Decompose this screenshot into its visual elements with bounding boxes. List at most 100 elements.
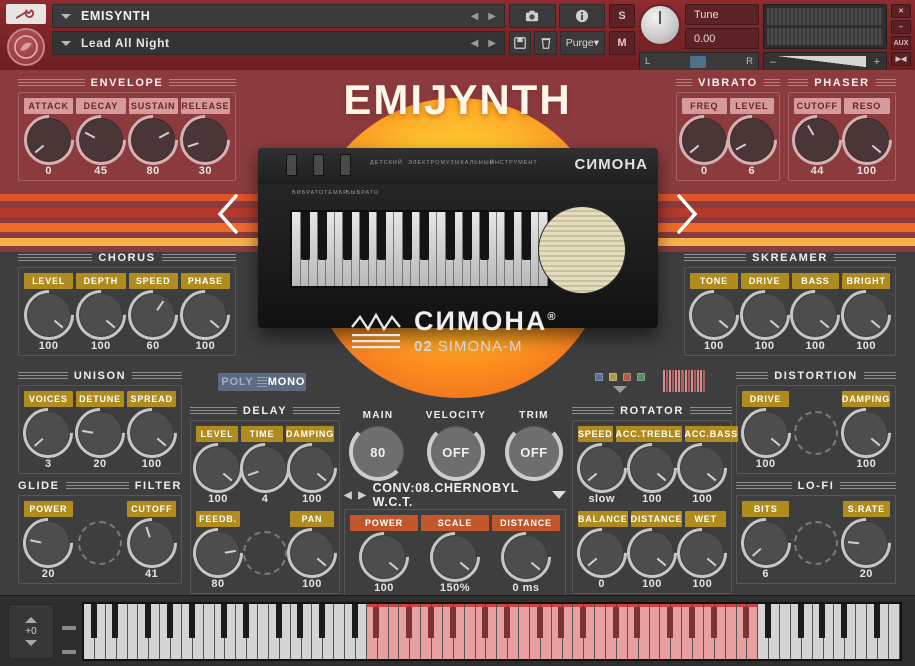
- knob-spread[interactable]: [116, 397, 188, 469]
- pan-handle-icon[interactable]: [690, 55, 707, 68]
- trim-knob[interactable]: OFF: [505, 423, 563, 481]
- piano-key-white[interactable]: [758, 604, 771, 659]
- next-arrow-icon[interactable]: ▶: [488, 38, 496, 49]
- piano-key-black[interactable]: [797, 604, 804, 639]
- tune-knob[interactable]: [639, 4, 681, 46]
- piano-key-white[interactable]: [725, 604, 737, 659]
- piano-key-black[interactable]: [449, 604, 456, 639]
- instrument-nav[interactable]: ◀ ▶: [471, 11, 496, 22]
- color-dots[interactable]: [595, 373, 645, 381]
- piano-key-black[interactable]: [580, 604, 586, 639]
- arrow-down-icon[interactable]: [25, 640, 37, 646]
- piano-key-black[interactable]: [841, 604, 847, 639]
- convolution-selector[interactable]: ◀ ▶ CONV:08.CHERNOBYL W.C.T.: [344, 481, 566, 509]
- piano-key-black[interactable]: [297, 604, 304, 639]
- knob-tone[interactable]: [678, 279, 750, 351]
- piano-key-white[interactable]: [290, 604, 304, 659]
- volume-minus[interactable]: –: [770, 56, 776, 68]
- poly-option[interactable]: POLY: [218, 376, 257, 388]
- pan-slider[interactable]: L R: [639, 52, 759, 71]
- volume-slider[interactable]: – +: [763, 52, 887, 71]
- knob-acc-bass[interactable]: [666, 432, 738, 504]
- piano-key-white[interactable]: [464, 604, 476, 659]
- keyboard-range-handles[interactable]: [62, 604, 76, 659]
- prev-arrow-icon[interactable]: ◀: [471, 11, 479, 22]
- chevron-down-icon[interactable]: [613, 386, 627, 393]
- knob-level[interactable]: [182, 432, 254, 504]
- piano-key-white[interactable]: [812, 604, 826, 659]
- piano-key-white[interactable]: [834, 604, 847, 659]
- piano-key-white[interactable]: [160, 604, 173, 659]
- knob-bright[interactable]: [830, 279, 902, 351]
- piano-key-white[interactable]: [475, 604, 489, 659]
- piano-key-white[interactable]: [780, 604, 791, 659]
- piano-key-white[interactable]: [519, 604, 530, 659]
- piano-key-black[interactable]: [242, 604, 249, 639]
- instrument-row[interactable]: EMISYNTH ◀ ▶: [52, 4, 505, 28]
- knob-power[interactable]: [348, 521, 420, 593]
- midi-button[interactable]: ▶◀: [891, 52, 911, 66]
- knob-damping[interactable]: [276, 432, 348, 504]
- knob-drive[interactable]: [729, 279, 800, 351]
- piano-key-white[interactable]: [268, 604, 282, 659]
- piano-key-white[interactable]: [84, 604, 97, 659]
- velocity-knob[interactable]: OFF: [427, 423, 485, 481]
- knob-scale[interactable]: [419, 521, 491, 593]
- preset-row[interactable]: Lead All Night ◀ ▶: [52, 31, 505, 55]
- piano-key-black[interactable]: [373, 604, 380, 639]
- volume-plus[interactable]: +: [874, 56, 880, 68]
- prev-arrow-icon[interactable]: ◀: [471, 38, 479, 49]
- knob-pan[interactable]: [276, 517, 348, 589]
- preset-nav[interactable]: ◀ ▶: [471, 38, 496, 49]
- knob-s-rate[interactable]: [830, 507, 902, 579]
- color-dot[interactable]: [637, 373, 645, 381]
- piano-key-white[interactable]: [105, 604, 119, 659]
- piano-key-white[interactable]: [388, 604, 400, 659]
- piano-key-white[interactable]: [127, 604, 139, 659]
- piano-key-white[interactable]: [606, 604, 619, 659]
- color-dot[interactable]: [623, 373, 631, 381]
- knob-sustain[interactable]: [117, 104, 189, 176]
- piano-key-white[interactable]: [421, 604, 434, 659]
- solo-button[interactable]: S: [609, 4, 635, 28]
- knob-speed[interactable]: [117, 279, 189, 351]
- keyboard-keys[interactable]: [82, 602, 902, 661]
- next-arrow-icon[interactable]: ▶: [488, 11, 496, 22]
- knob-bits[interactable]: [730, 507, 802, 579]
- piano-key-white[interactable]: [181, 604, 195, 659]
- piano-key-black[interactable]: [351, 604, 358, 639]
- tune-value[interactable]: 0.00: [685, 28, 759, 49]
- piano-key-white[interactable]: [366, 604, 380, 659]
- piano-key-black[interactable]: [667, 604, 673, 639]
- piano-key-white[interactable]: [138, 604, 151, 659]
- knob-acc-treble[interactable]: [616, 432, 688, 504]
- knob-attack[interactable]: [13, 104, 84, 176]
- piano-key-white[interactable]: [203, 604, 215, 659]
- knob-level[interactable]: [13, 279, 84, 351]
- conv-prev-icon[interactable]: ◀: [344, 490, 352, 501]
- knob-time[interactable]: [229, 432, 301, 504]
- knob-release[interactable]: [170, 104, 241, 176]
- piano-key-black[interactable]: [275, 604, 282, 639]
- piano-key-white[interactable]: [334, 604, 345, 659]
- mono-option[interactable]: MONO: [267, 376, 306, 388]
- piano-key-black[interactable]: [427, 604, 434, 639]
- piano-key-white[interactable]: [888, 604, 900, 659]
- knob-depth[interactable]: [65, 279, 137, 351]
- piano-key-white[interactable]: [660, 604, 673, 659]
- nav-prev-page[interactable]: [210, 192, 244, 236]
- knob-freq[interactable]: [668, 104, 740, 176]
- piano-key-white[interactable]: [399, 604, 412, 659]
- piano-key-black[interactable]: [819, 604, 826, 639]
- main-knob[interactable]: 80: [349, 423, 407, 481]
- piano-key-black[interactable]: [166, 604, 173, 639]
- knob-cutoff[interactable]: [116, 507, 188, 579]
- piano-key-white[interactable]: [236, 604, 249, 659]
- knob-bass[interactable]: [780, 279, 851, 351]
- knob-level[interactable]: [716, 104, 788, 176]
- knob-phase[interactable]: [170, 279, 241, 351]
- piano-key-white[interactable]: [856, 604, 867, 659]
- chevron-down-icon[interactable]: ▾: [594, 37, 599, 49]
- knob-damping[interactable]: [830, 397, 902, 469]
- piano-key-black[interactable]: [688, 604, 695, 639]
